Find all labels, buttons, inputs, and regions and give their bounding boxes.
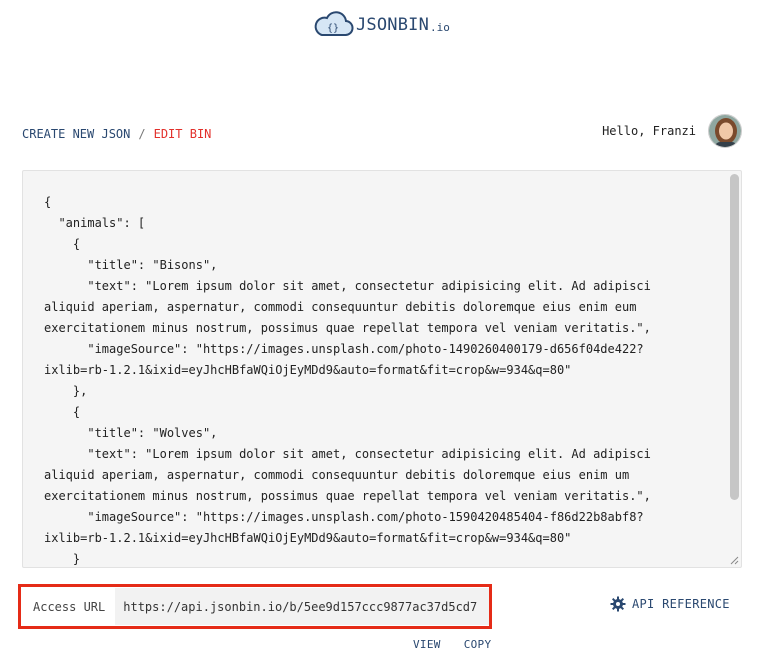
- access-url-label: Access URL: [33, 599, 106, 614]
- editor-scrollbar[interactable]: [730, 174, 739, 500]
- code-line: {: [44, 405, 81, 419]
- code-line: {: [44, 195, 52, 209]
- api-reference-label: API REFERENCE: [632, 597, 730, 611]
- code-line: "animals": [: [44, 216, 146, 230]
- view-button[interactable]: VIEW: [413, 638, 441, 651]
- logo-tld: .io: [430, 20, 450, 34]
- code-line: {: [44, 237, 81, 251]
- code-line: "imageSource": "https://images.unsplash.…: [44, 342, 644, 356]
- breadcrumb-edit-bin: EDIT BIN: [153, 127, 212, 141]
- logo-text: JSONBIN: [356, 15, 430, 35]
- code-line: "title": "Wolves",: [44, 426, 218, 440]
- code-line: exercitationem minus nostrum, possimus q…: [44, 489, 651, 503]
- logo[interactable]: {} JSONBIN .io: [312, 8, 450, 42]
- access-url-field[interactable]: https://api.jsonbin.io/b/5ee9d157ccc9877…: [115, 588, 489, 625]
- code-line: aliquid aperiam, aspernatur, commodi con…: [44, 468, 630, 482]
- code-line: exercitationem minus nostrum, possimus q…: [44, 321, 651, 335]
- breadcrumb: CREATE NEW JSON / EDIT BIN: [22, 127, 211, 141]
- svg-text:{}: {}: [327, 23, 339, 34]
- json-code[interactable]: { "animals": [ { "title": "Bisons", "tex…: [44, 192, 732, 567]
- copy-button[interactable]: COPY: [464, 638, 492, 651]
- url-actions: VIEW COPY: [413, 638, 491, 651]
- code-line: "imageSource": "https://images.unsplash.…: [44, 510, 644, 524]
- code-line: ixlib=rb-1.2.1&ixid=eyJhcHBfaWQiOjEyMDd9…: [44, 531, 572, 545]
- user-greeting: Hello, Franzi: [602, 124, 696, 138]
- avatar[interactable]: [708, 114, 742, 148]
- code-line: aliquid aperiam, aspernatur, commodi con…: [44, 300, 637, 314]
- breadcrumb-separator: /: [138, 127, 146, 141]
- api-reference-link[interactable]: API REFERENCE: [610, 596, 730, 612]
- access-url-box: Access URL https://api.jsonbin.io/b/5ee9…: [18, 584, 492, 629]
- json-editor[interactable]: { "animals": [ { "title": "Bisons", "tex…: [22, 170, 742, 568]
- code-line: }: [44, 552, 81, 566]
- user-menu[interactable]: Hello, Franzi: [602, 114, 742, 148]
- cloud-braces-icon: {}: [314, 11, 354, 36]
- code-line: "text": "Lorem ipsum dolor sit amet, con…: [44, 447, 651, 461]
- code-line: ixlib=rb-1.2.1&ixid=eyJhcHBfaWQiOjEyMDd9…: [44, 363, 572, 377]
- code-line: "text": "Lorem ipsum dolor sit amet, con…: [44, 279, 651, 293]
- resize-handle-icon[interactable]: [729, 555, 739, 565]
- breadcrumb-create-new-json[interactable]: CREATE NEW JSON: [22, 127, 130, 141]
- gear-icon: [610, 596, 626, 612]
- code-line: },: [44, 384, 88, 398]
- user-avatar-icon: [709, 115, 741, 147]
- code-line: "title": "Bisons",: [44, 258, 218, 272]
